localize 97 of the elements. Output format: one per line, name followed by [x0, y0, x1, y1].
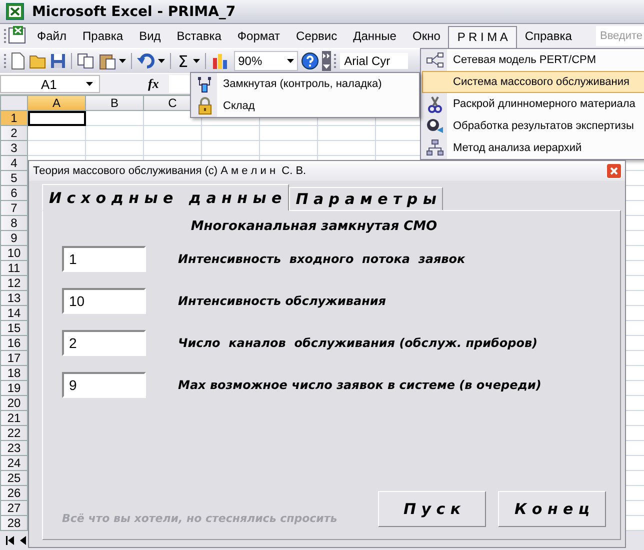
- hint-text: Всё что вы хотели, но стеснялись спросить: [62, 512, 338, 525]
- dialog-title: Теория массового обслуживания (с) А м е л и н С. В.: [33, 165, 306, 177]
- copy-icon[interactable]: [77, 53, 95, 69]
- caret-icon[interactable]: [158, 59, 165, 63]
- menu-item[interactable]: Правка: [74, 25, 132, 47]
- menu-item[interactable]: Вид: [131, 25, 169, 47]
- row-header[interactable]: 9: [0, 231, 28, 246]
- close-button[interactable]: [606, 163, 622, 179]
- save-icon[interactable]: [50, 53, 66, 69]
- menu-item[interactable]: Обработка результатов экспертизы: [422, 115, 644, 137]
- caret-icon[interactable]: [86, 82, 93, 86]
- tab[interactable]: П а р а м е т р ы: [288, 187, 444, 210]
- menu-item[interactable]: Сервис: [288, 25, 346, 47]
- row-header[interactable]: 24: [0, 456, 28, 471]
- input-field[interactable]: 9: [62, 372, 146, 398]
- row-header[interactable]: 5: [0, 171, 28, 186]
- menu-item[interactable]: Справка: [516, 25, 580, 47]
- scissors-icon: [426, 95, 444, 113]
- field-label: Число каналов обслуживания (обслуж. приборов): [178, 336, 539, 350]
- undo-icon[interactable]: [137, 53, 155, 69]
- menu-item[interactable]: Данные: [345, 25, 404, 47]
- window-title: Microsoft Excel - PRIMA_7: [32, 4, 236, 20]
- row-header[interactable]: 21: [0, 411, 28, 426]
- menu-item[interactable]: Система массового обслуживания: [422, 71, 644, 93]
- row-header[interactable]: 8: [0, 216, 28, 231]
- grip-icon: [4, 52, 7, 70]
- close-icon: [610, 167, 618, 175]
- queue-icon: [196, 75, 214, 93]
- row-header[interactable]: 1: [0, 111, 28, 126]
- row-header[interactable]: 4: [0, 156, 28, 171]
- cell-reference: A1: [41, 76, 57, 92]
- row-header[interactable]: 14: [0, 306, 28, 321]
- row-header[interactable]: 11: [0, 261, 28, 276]
- row-header[interactable]: 26: [0, 486, 28, 501]
- grip-icon: [334, 52, 338, 70]
- help-search-field[interactable]: Введите: [596, 26, 644, 46]
- row-header[interactable]: 2: [0, 126, 28, 141]
- row-header[interactable]: 16: [0, 336, 28, 351]
- menu-item[interactable]: Файл: [29, 25, 75, 47]
- autosum-button[interactable]: Σ: [176, 52, 190, 70]
- row-header[interactable]: 18: [0, 366, 28, 381]
- menu-item[interactable]: Вставка: [168, 25, 230, 47]
- form-heading: Многоканальная замкнутая СМО: [190, 219, 438, 234]
- row-header[interactable]: 28: [0, 516, 28, 531]
- row-header[interactable]: 19: [0, 381, 28, 396]
- field-label: Интенсивность входного потока заявок: [178, 252, 466, 266]
- row-header[interactable]: 10: [0, 246, 28, 261]
- row-header[interactable]: 6: [0, 186, 28, 201]
- row-header[interactable]: 27: [0, 501, 28, 516]
- caret-icon[interactable]: [119, 59, 126, 63]
- selected-cell[interactable]: [28, 111, 86, 126]
- menu-item[interactable]: Метод анализа иерархий: [422, 137, 644, 159]
- exit-button[interactable]: К о н е ц: [498, 491, 606, 527]
- column-header[interactable]: A: [28, 95, 86, 111]
- row-header[interactable]: 20: [0, 396, 28, 411]
- field-label: Мах возможное число заявок в системе (в очереди): [178, 378, 542, 392]
- excel-logo-icon: [6, 3, 24, 20]
- help-icon[interactable]: [301, 52, 320, 70]
- grip-icon: [4, 27, 7, 45]
- new-document-icon[interactable]: [10, 52, 26, 70]
- menu-item[interactable]: Замкнутая (контроль, наладка): [192, 73, 418, 95]
- menu-item[interactable]: Сетевая модель PERT/CPM: [422, 49, 644, 71]
- lock-icon: [196, 97, 214, 115]
- zoom-dropdown[interactable]: 90%: [234, 51, 298, 71]
- row-header[interactable]: 22: [0, 426, 28, 441]
- row-header[interactable]: 15: [0, 321, 28, 336]
- input-field[interactable]: 10: [62, 288, 146, 314]
- row-header[interactable]: 23: [0, 441, 28, 456]
- row-header[interactable]: 7: [0, 201, 28, 216]
- clipboard-icon[interactable]: [98, 52, 116, 70]
- menu-item[interactable]: Раскрой длинномерного материала: [422, 93, 644, 115]
- previous-sheet-icon[interactable]: [20, 536, 26, 545]
- input-field[interactable]: 1: [62, 246, 146, 272]
- caret-icon[interactable]: [193, 59, 200, 63]
- menu-item[interactable]: P R I M A: [448, 26, 517, 50]
- tab[interactable]: И с х о д н ы е д а н н ы е: [42, 184, 289, 211]
- caret-icon[interactable]: [287, 59, 294, 63]
- zoom-value: 90%: [238, 54, 262, 68]
- insert-function-button[interactable]: fx: [148, 76, 159, 92]
- column-header[interactable]: B: [86, 95, 144, 111]
- toolbar-options-icon[interactable]: [322, 51, 332, 71]
- menu-item[interactable]: Формат: [229, 25, 288, 47]
- menu-item[interactable]: Окно: [404, 25, 448, 47]
- input-field[interactable]: 2: [62, 330, 146, 356]
- hierarchy-icon: [426, 139, 444, 157]
- row-header[interactable]: 12: [0, 276, 28, 291]
- row-header[interactable]: 25: [0, 471, 28, 486]
- row-header[interactable]: 3: [0, 141, 28, 156]
- name-box[interactable]: A1: [0, 75, 100, 93]
- open-folder-icon[interactable]: [29, 53, 47, 69]
- row-header[interactable]: 17: [0, 351, 28, 366]
- row-header[interactable]: 13: [0, 291, 28, 306]
- network-diagram-icon: [426, 51, 444, 69]
- font-name-field[interactable]: Arial Cyr: [340, 53, 408, 69]
- first-sheet-icon[interactable]: [6, 536, 14, 545]
- field-label: Интенсивность обслуживания: [178, 294, 387, 308]
- start-button[interactable]: П у с к: [378, 491, 486, 527]
